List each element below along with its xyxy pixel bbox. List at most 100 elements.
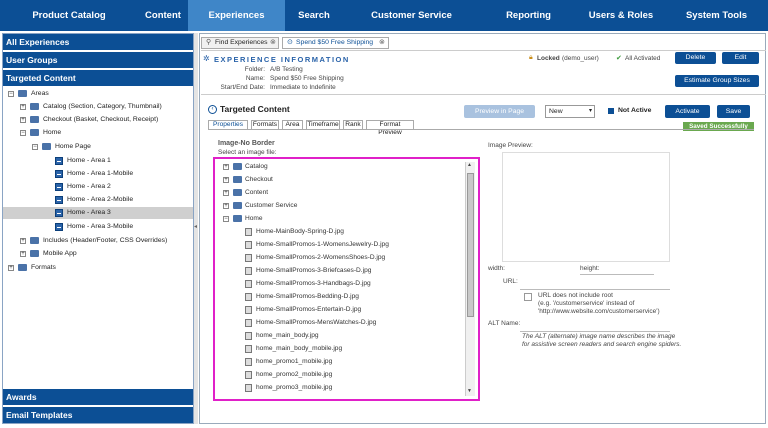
- folder-home[interactable]: − Home: [215, 213, 463, 225]
- preview-in-page-button[interactable]: Preview in Page: [464, 105, 535, 118]
- nav-experiences[interactable]: Experiences: [188, 0, 285, 31]
- expand-icon[interactable]: +: [8, 265, 14, 271]
- tree-home-area-1[interactable]: Home - Area 1: [3, 155, 193, 167]
- height-label: height:: [580, 265, 600, 272]
- tree-home-area-3[interactable]: Home - Area 3: [3, 207, 193, 219]
- alt-name-input[interactable]: [520, 324, 670, 332]
- tree-mobile-app[interactable]: + Mobile App: [3, 248, 193, 260]
- close-icon[interactable]: ⊗: [379, 38, 385, 48]
- folder-customer-service[interactable]: + Customer Service: [215, 200, 463, 212]
- tree-home-area-3-mobile[interactable]: Home - Area 3-Mobile: [3, 221, 193, 233]
- back-arrow-icon[interactable]: ‹: [208, 105, 217, 114]
- folder-label: Checkout: [245, 176, 273, 183]
- tab-spend-50-free-shipping[interactable]: ⊙ Spend $50 Free Shipping ⊗: [282, 37, 389, 49]
- nav-product-catalog[interactable]: Product Catalog: [0, 0, 138, 31]
- expand-icon[interactable]: +: [20, 117, 26, 123]
- folder-content[interactable]: + Content: [215, 187, 463, 199]
- nav-system-tools[interactable]: System Tools: [665, 0, 768, 31]
- image-file-picker[interactable]: ▲ ▼ + Catalog + Checkout + Content + Cus…: [213, 157, 480, 401]
- tree-home-area-2-mobile[interactable]: Home - Area 2-Mobile: [3, 194, 193, 206]
- nav-content[interactable]: Content: [138, 0, 188, 31]
- file-item[interactable]: Home-SmallPromos-1-WomensJewelry-D.jpg: [215, 239, 463, 251]
- expand-icon[interactable]: +: [223, 164, 229, 170]
- activate-button[interactable]: Activate: [665, 105, 710, 118]
- file-item[interactable]: Home-SmallPromos-3-Handbags-D.jpg: [215, 278, 463, 290]
- expand-icon[interactable]: +: [223, 177, 229, 183]
- nav-users-roles[interactable]: Users & Roles: [577, 0, 665, 31]
- url-example-1: (e.g. '/customerservice' instead of: [538, 300, 635, 307]
- delete-button[interactable]: Delete: [675, 52, 716, 64]
- folder-label: Catalog: [245, 163, 268, 170]
- file-item[interactable]: Home-SmallPromos-MensWatches-D.jpg: [215, 317, 463, 329]
- gear-icon: ✲: [203, 54, 210, 63]
- expand-icon[interactable]: +: [20, 104, 26, 110]
- sidebar-user-groups[interactable]: User Groups: [3, 52, 193, 68]
- file-item[interactable]: home_promo1_mobile.jpg: [215, 356, 463, 368]
- file-item[interactable]: Home-MainBody-Spring-D.jpg: [215, 226, 463, 238]
- url-root-checkbox[interactable]: [524, 293, 532, 301]
- sidebar-email-templates[interactable]: Email Templates: [3, 407, 193, 423]
- collapse-arrow-icon[interactable]: ◂: [194, 223, 197, 230]
- sidebar-awards[interactable]: Awards: [3, 389, 193, 405]
- file-item[interactable]: Home-SmallPromos-3-Briefcases-D.jpg: [215, 265, 463, 277]
- file-item[interactable]: home_main_body_mobile.jpg: [215, 343, 463, 355]
- status-select[interactable]: New ▾: [545, 105, 595, 118]
- expand-icon[interactable]: +: [20, 251, 26, 257]
- save-button[interactable]: Save: [717, 105, 750, 118]
- tree-checkout[interactable]: + Checkout (Basket, Checkout, Receipt): [3, 114, 193, 126]
- file-item[interactable]: Home-SmallPromos-Entertain-D.jpg: [215, 304, 463, 316]
- file-item[interactable]: home_main_body.jpg: [215, 330, 463, 342]
- file-item[interactable]: home_promo2_mobile.jpg: [215, 369, 463, 381]
- nav-customer-service[interactable]: Customer Service: [343, 0, 480, 31]
- content-area-icon: [55, 183, 63, 191]
- estimate-group-sizes-button[interactable]: Estimate Group Sizes: [675, 75, 759, 87]
- url-input[interactable]: [520, 282, 670, 290]
- scroll-down-icon[interactable]: ▼: [467, 388, 472, 394]
- collapse-icon[interactable]: −: [32, 144, 38, 150]
- tree-home-area-2[interactable]: Home - Area 2: [3, 181, 193, 193]
- tree-catalog[interactable]: + Catalog (Section, Category, Thumbnail): [3, 101, 193, 113]
- file-label: home_promo3_mobile.jpg: [256, 384, 333, 391]
- folder-catalog[interactable]: + Catalog: [215, 161, 463, 173]
- tree-includes[interactable]: + Includes (Header/Footer, CSS Overrides…: [3, 235, 193, 247]
- expand-icon[interactable]: +: [20, 238, 26, 244]
- folder-checkout[interactable]: + Checkout: [215, 174, 463, 186]
- scroll-up-icon[interactable]: ▲: [467, 162, 472, 168]
- tab-find-experiences[interactable]: ⚲ Find Experiences ⊗: [201, 37, 279, 49]
- file-label: home_promo2_mobile.jpg: [256, 371, 333, 378]
- not-active-checkbox[interactable]: [608, 108, 614, 114]
- file-picker-scrollbar[interactable]: ▲ ▼: [465, 162, 475, 396]
- content-area-icon: [55, 170, 63, 178]
- collapse-icon[interactable]: −: [20, 130, 26, 136]
- url-root-label: URL does not include root: [538, 292, 613, 299]
- edit-button[interactable]: Edit: [722, 52, 759, 64]
- expand-icon[interactable]: +: [223, 203, 229, 209]
- tree-formats[interactable]: + Formats: [3, 262, 193, 274]
- tree-home[interactable]: − Home: [3, 127, 193, 139]
- expand-icon[interactable]: +: [223, 190, 229, 196]
- not-active-label: Not Active: [618, 107, 652, 114]
- image-file-icon: [245, 293, 252, 301]
- file-item[interactable]: Home-SmallPromos-2-WomensShoes-D.jpg: [215, 252, 463, 264]
- tree-areas[interactable]: − Areas: [3, 88, 193, 100]
- folder-icon: [233, 163, 242, 170]
- folder-icon: [18, 90, 27, 97]
- file-label: home_main_body.jpg: [256, 332, 319, 339]
- collapse-icon[interactable]: −: [223, 216, 229, 222]
- file-label: Home-SmallPromos-Bedding-D.jpg: [256, 293, 359, 300]
- close-icon[interactable]: ⊗: [270, 38, 276, 48]
- alt-name-label: ALT Name:: [488, 320, 521, 327]
- nav-search[interactable]: Search: [285, 0, 343, 31]
- file-item[interactable]: home_promo3_mobile.jpg: [215, 382, 463, 394]
- scrollbar-thumb[interactable]: [467, 173, 474, 317]
- collapse-icon[interactable]: −: [8, 91, 14, 97]
- tree-label: Areas: [31, 90, 49, 97]
- sidebar-targeted-content[interactable]: Targeted Content: [3, 70, 193, 86]
- tree-home-page[interactable]: − Home Page: [3, 141, 193, 153]
- tree-home-area-1-mobile[interactable]: Home - Area 1-Mobile: [3, 168, 193, 180]
- file-item[interactable]: Home-SmallPromos-Bedding-D.jpg: [215, 291, 463, 303]
- sidebar-all-experiences[interactable]: All Experiences: [3, 34, 193, 50]
- nav-reporting[interactable]: Reporting: [480, 0, 577, 31]
- panel-splitter[interactable]: ◂: [194, 33, 198, 424]
- targeted-content-title: Targeted Content: [220, 104, 290, 114]
